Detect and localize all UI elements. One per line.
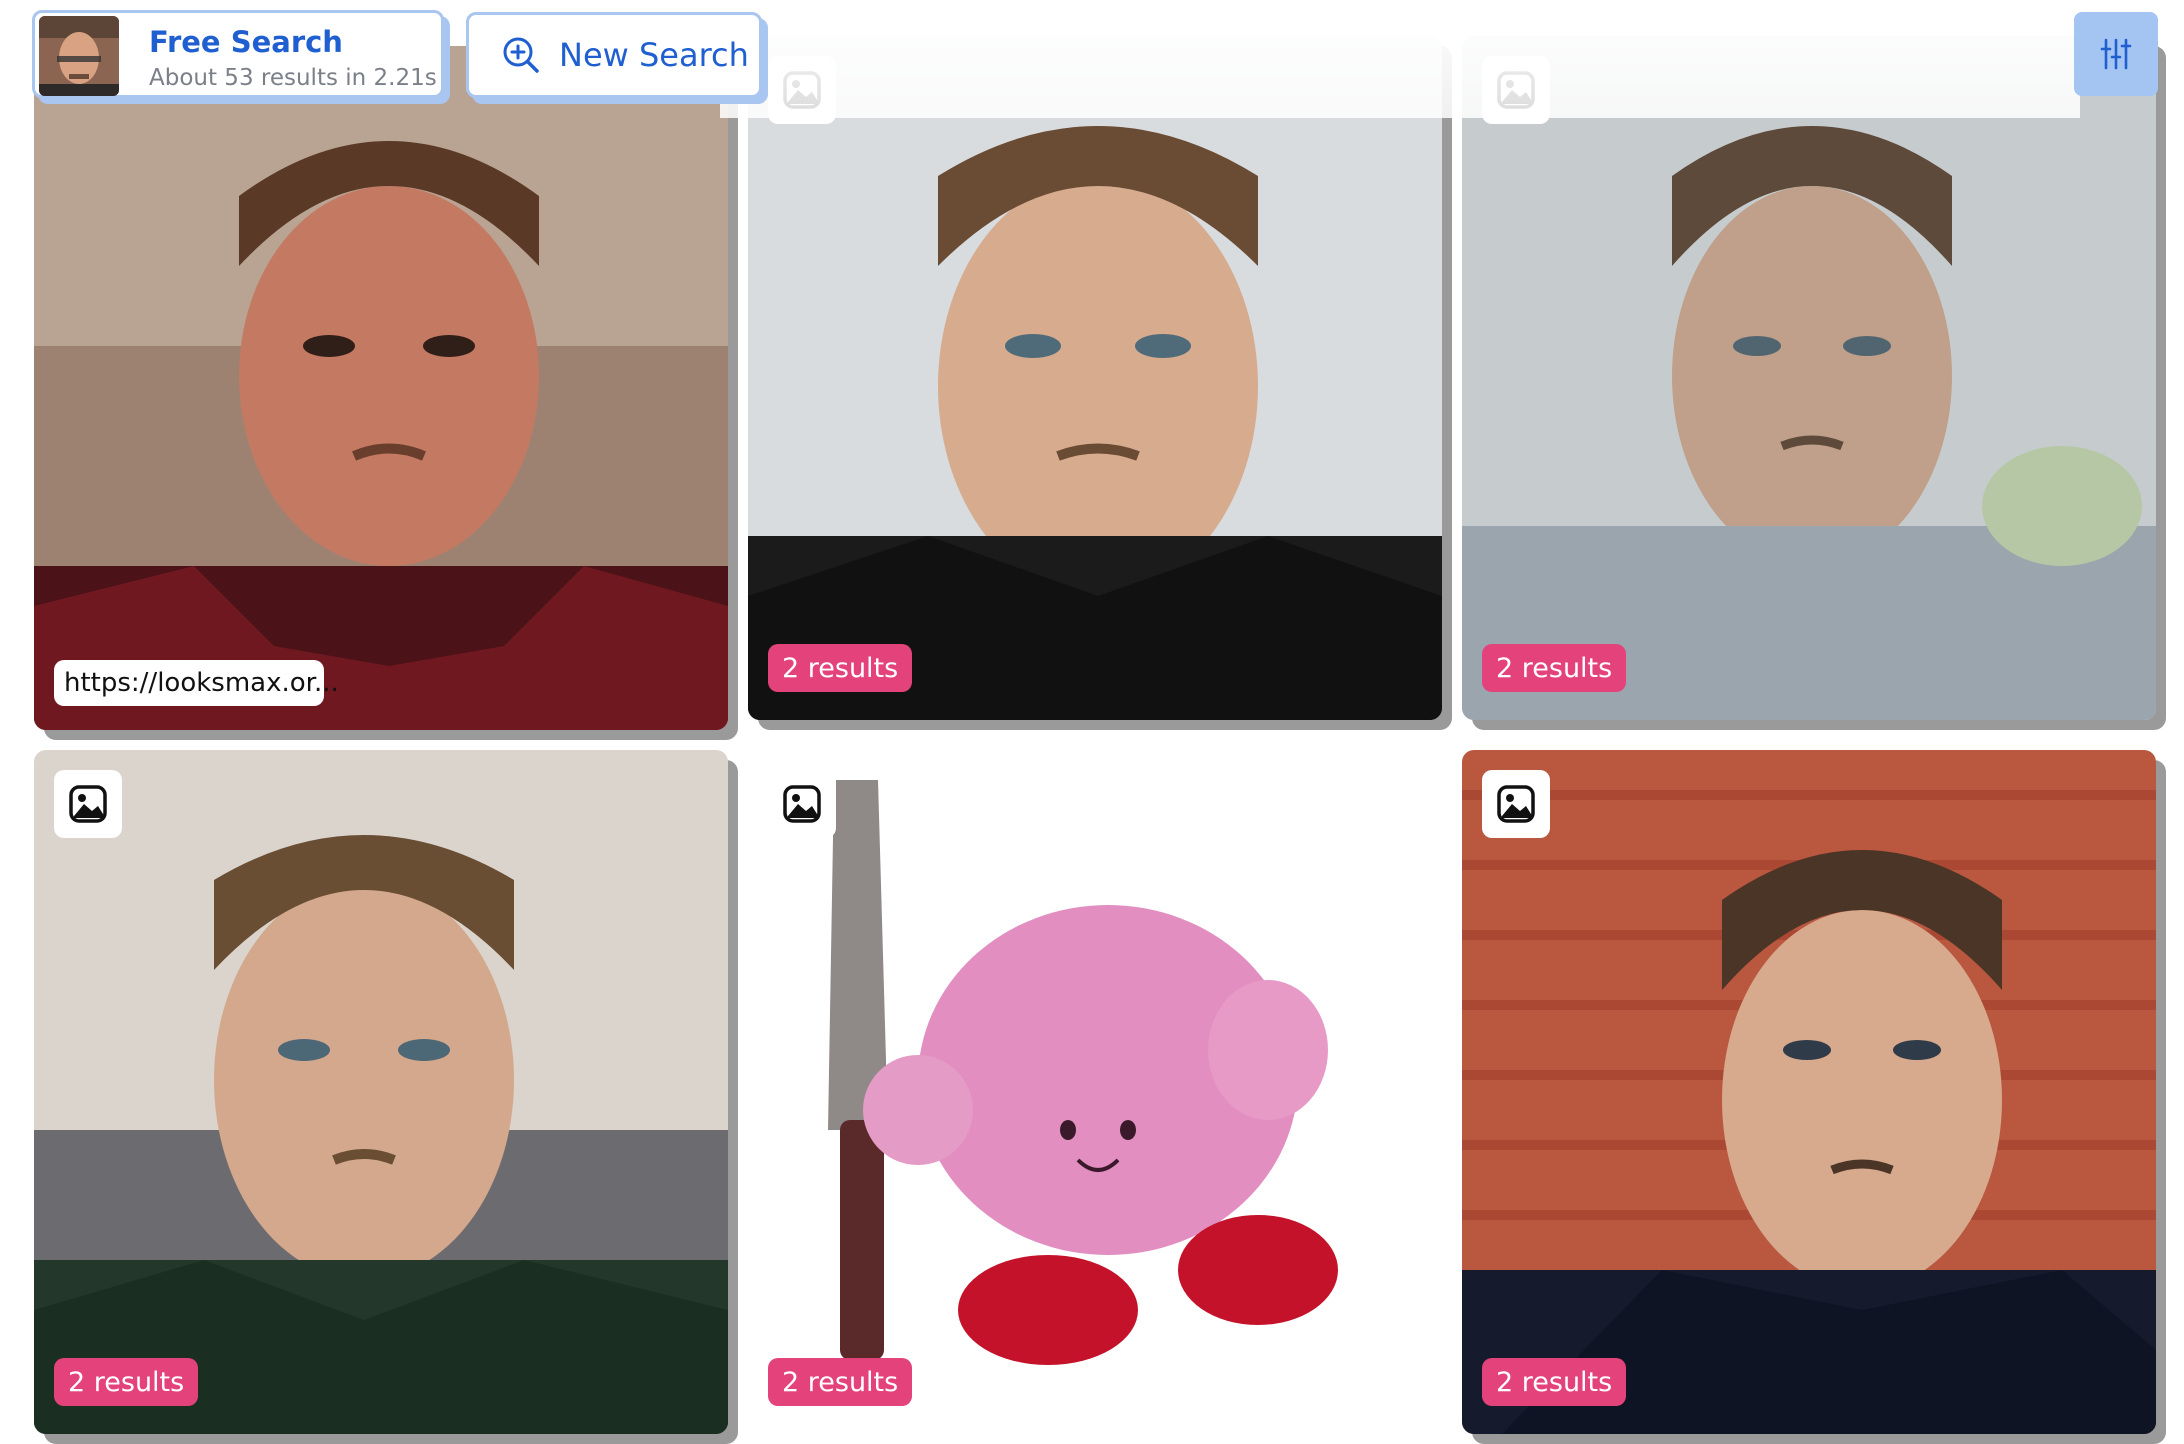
source-url-badge[interactable]: https://looksmax.or... <box>54 660 339 706</box>
filter-button[interactable] <box>2074 12 2158 96</box>
zoom-in-icon <box>503 37 539 73</box>
result-image <box>748 750 1442 1434</box>
result-card[interactable]: 2 results <box>1462 36 2156 720</box>
query-thumbnail <box>39 16 119 96</box>
search-title: Free Search <box>149 25 343 59</box>
result-card[interactable]: 2 results <box>748 750 1442 1434</box>
image-type-icon <box>54 770 122 838</box>
result-image <box>748 36 1442 720</box>
new-search-button[interactable]: New Search <box>466 12 762 98</box>
result-image <box>1462 36 2156 720</box>
search-summary-card[interactable]: Free Search About 53 results in 2.21s <box>32 10 444 98</box>
result-count-badge: 2 results <box>1482 644 1627 692</box>
result-card[interactable]: https://looksmax.or... <box>34 46 728 730</box>
result-card[interactable]: 2 results <box>748 36 1442 720</box>
result-count-badge: 2 results <box>54 1358 199 1406</box>
result-count-badge: 2 results <box>768 1358 913 1406</box>
result-count-badge: 2 results <box>768 644 913 692</box>
result-count-badge: 2 results <box>1482 1358 1627 1406</box>
sliders-icon <box>2100 38 2132 70</box>
result-image <box>1462 750 2156 1434</box>
result-card[interactable]: 2 results <box>1462 750 2156 1434</box>
search-stats: About 53 results in 2.21s <box>149 65 437 91</box>
results-header: Free Search About 53 results in 2.21s Ne… <box>0 0 2184 118</box>
result-card[interactable]: 2 results <box>34 750 728 1434</box>
new-search-label: New Search <box>559 36 749 74</box>
result-image <box>34 46 728 730</box>
image-type-icon <box>1482 770 1550 838</box>
image-type-icon <box>768 770 836 838</box>
result-image <box>34 750 728 1434</box>
